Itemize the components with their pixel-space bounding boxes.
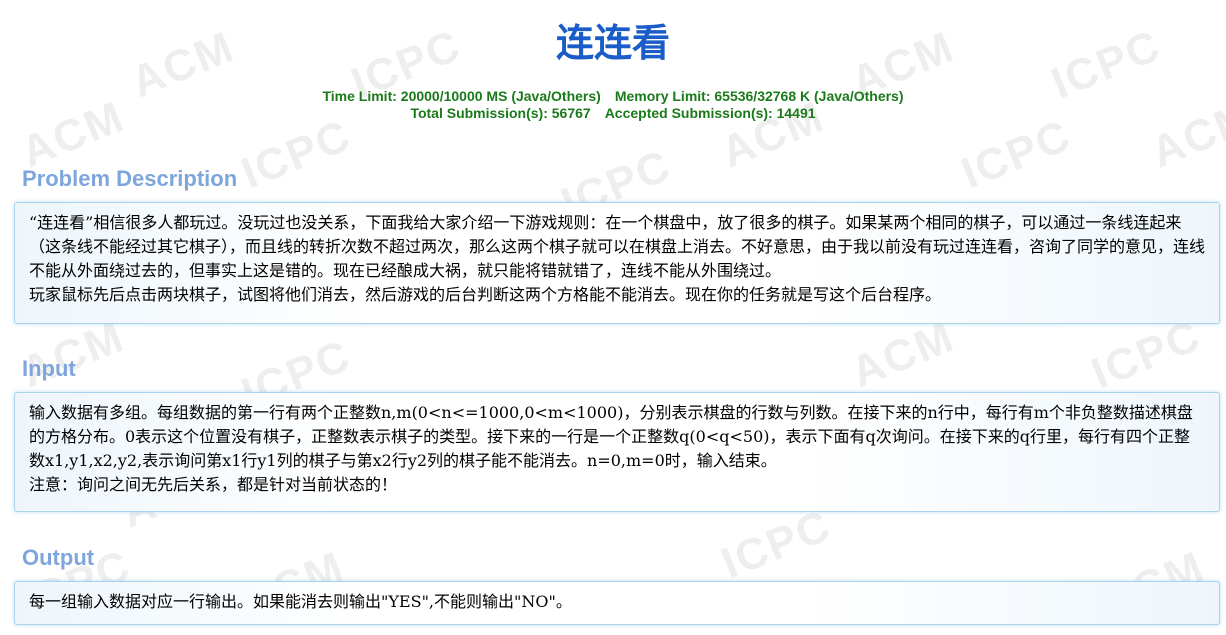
description-paragraph: 玩家鼠标先后点击两块棋子，试图将他们消去，然后游戏的后台判断这两个方格能不能消去… bbox=[29, 285, 942, 304]
watermark-text: ICPC bbox=[714, 500, 838, 589]
limits-row-2: Total Submission(s): 56767 Accepted Submi… bbox=[0, 105, 1226, 122]
section-heading-output: Output bbox=[22, 545, 95, 570]
limits-row-1: Time Limit: 20000/10000 MS (Java/Others)… bbox=[0, 88, 1226, 105]
watermark-text: ICPC bbox=[234, 110, 358, 199]
input-paragraph: 输入数据有多组。每组数据的第一行有两个正整数n,m(0<n<=1000,0<m<… bbox=[29, 403, 1193, 470]
input-paragraph: 注意：询问之间无先后关系，都是针对当前状态的！ bbox=[29, 475, 398, 494]
description-paragraph: “连连看”相信很多人都玩过。没玩过也没关系，下面我给大家介绍一下游戏规则：在一个… bbox=[29, 213, 1206, 280]
accepted-submissions: Accepted Submission(s): 14491 bbox=[604, 105, 816, 121]
watermark-text: ACM bbox=[14, 311, 132, 398]
time-limit: Time Limit: 20000/10000 MS (Java/Others) bbox=[322, 88, 601, 104]
input-panel: 输入数据有多组。每组数据的第一行有两个正整数n,m(0<n<=1000,0<m<… bbox=[14, 392, 1220, 512]
section-heading-input: Input bbox=[22, 356, 76, 381]
total-submissions: Total Submission(s): 56767 bbox=[410, 105, 591, 121]
watermark-text: ICPC bbox=[954, 110, 1078, 199]
output-panel: 每一组输入数据对应一行输出。如果能消去则输出"YES",不能则输出"NO"。 bbox=[14, 581, 1220, 625]
output-paragraph: 每一组输入数据对应一行输出。如果能消去则输出"YES",不能则输出"NO"。 bbox=[29, 592, 572, 611]
memory-limit: Memory Limit: 65536/32768 K (Java/Others… bbox=[614, 88, 904, 104]
section-heading-description: Problem Description bbox=[22, 166, 238, 191]
problem-limits: Time Limit: 20000/10000 MS (Java/Others)… bbox=[0, 88, 1226, 122]
watermark-text: ACM bbox=[844, 311, 962, 398]
page-title: 连连看 bbox=[555, 21, 670, 65]
description-panel: “连连看”相信很多人都玩过。没玩过也没关系，下面我给大家介绍一下游戏规则：在一个… bbox=[14, 202, 1220, 324]
